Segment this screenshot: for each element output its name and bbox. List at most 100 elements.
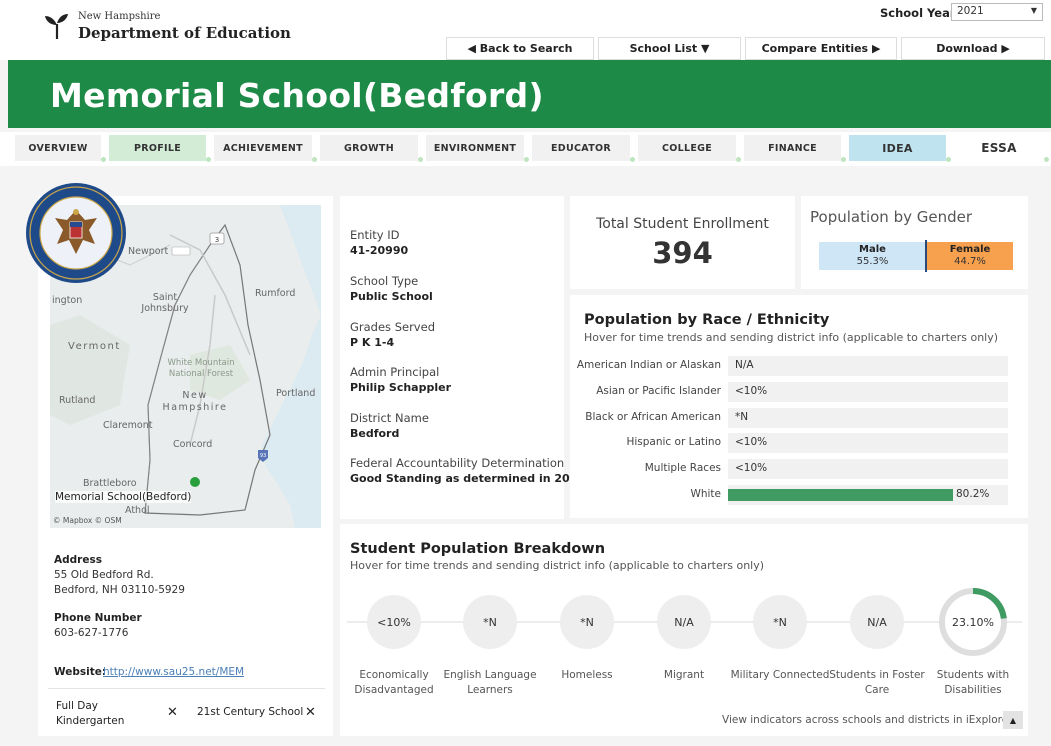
breakdown-caption: English Language Learners	[443, 669, 537, 696]
tab-indicator	[630, 157, 635, 162]
tab-profile[interactable]: PROFILE	[109, 135, 211, 162]
gender-male-segment[interactable]: Male 55.3%	[819, 242, 926, 270]
sprout-logo-icon	[45, 14, 68, 39]
race-label: Multiple Races	[644, 462, 721, 475]
svg-text:93: 93	[260, 453, 266, 459]
grades-served-label: Grades Served	[350, 320, 435, 334]
school-list-button[interactable]: School List ▼	[598, 37, 741, 60]
map-place-label: Rumford	[255, 288, 296, 299]
page-title: Memorial School(Bedford)	[50, 76, 544, 115]
breakdown-caption: Migrant	[663, 669, 705, 681]
tab-label: COLLEGE	[661, 142, 713, 154]
race-row[interactable]: Multiple Races <10%	[578, 459, 1023, 480]
school-type-label: School Type	[350, 274, 419, 288]
race-title: Population by Race / Ethnicity	[584, 312, 830, 328]
race-label: Hispanic or Latino	[626, 436, 721, 449]
race-row[interactable]: White 80.2%	[578, 485, 1023, 505]
close-icon[interactable]: ✕	[167, 705, 178, 720]
gender-bar[interactable]: Male 55.3% Female 44.7%	[819, 240, 1013, 272]
school-year-select[interactable]: 2021 ▼	[951, 3, 1043, 21]
tab-achievement[interactable]: ACHIEVEMENT	[214, 135, 317, 162]
close-icon[interactable]: ✕	[305, 705, 316, 720]
school-banner: Memorial School(Bedford)	[8, 60, 1051, 128]
district-name-label: District Name	[350, 411, 429, 425]
svg-text:3: 3	[215, 236, 219, 244]
gender-female-label: Female	[949, 244, 991, 255]
tab-idea[interactable]: IDEA	[849, 135, 951, 162]
race-row[interactable]: American Indian or Alaskan N/A	[577, 356, 1023, 376]
race-track	[728, 459, 1008, 480]
race-row[interactable]: Black or African American *N	[578, 407, 1023, 428]
tab-growth[interactable]: GROWTH	[320, 135, 423, 162]
breakdown-value: 23.10%	[952, 615, 994, 629]
map-place-label: Portland	[276, 388, 316, 399]
breakdown-value: N/A	[867, 615, 887, 629]
race-track	[728, 433, 1008, 454]
school-year-value: 2021	[957, 5, 984, 17]
address-label: Address	[54, 554, 102, 566]
top-header: New Hampshire Department of Education Sc…	[0, 0, 1051, 60]
tab-bar: OVERVIEW PROFILE ACHIEVEMENT GROWTH ENVI…	[0, 132, 1051, 166]
race-label: Asian or Pacific Islander	[596, 384, 721, 397]
website-link[interactable]: http://www.sau25.net/MEM	[103, 666, 244, 678]
tab-indicator	[841, 157, 846, 162]
breakdown-circle[interactable]: *N	[753, 595, 807, 649]
map-place-label: Claremont	[103, 420, 153, 431]
enrollment-title: Total Student Enrollment	[596, 216, 769, 232]
race-value: <10%	[735, 462, 768, 475]
compare-entities-button[interactable]: Compare Entities ▶	[745, 37, 897, 60]
tab-finance[interactable]: FINANCE	[744, 135, 846, 162]
admin-principal-label: Admin Principal	[350, 365, 440, 379]
website-label: Website:	[54, 666, 107, 678]
district-name-value: Bedford	[350, 427, 400, 440]
tab-essa[interactable]: ESSA	[954, 135, 1049, 162]
map-credit: © Mapbox © OSM	[53, 516, 122, 525]
race-bar[interactable]	[728, 489, 953, 501]
chevron-down-icon: ▼	[1030, 6, 1037, 15]
tab-label: EDUCATOR	[551, 142, 611, 154]
tab-overview[interactable]: OVERVIEW	[15, 135, 106, 162]
gender-male-label: Male	[859, 244, 886, 255]
breakdown-circle[interactable]: N/A	[850, 595, 904, 649]
race-value: <10%	[735, 436, 768, 449]
entity-id-value: 41-20990	[350, 244, 409, 257]
tab-educator[interactable]: EDUCATOR	[532, 135, 635, 162]
breakdown-circle[interactable]: <10%	[367, 595, 421, 649]
feature-21st-century-school: 21st Century School	[197, 706, 304, 718]
map-place-label: Brattleboro	[83, 478, 137, 489]
iexplore-button[interactable]: ▲	[1003, 711, 1023, 729]
tab-indicator	[206, 157, 211, 162]
map-place-label: White Mountain National Forest	[167, 358, 235, 379]
tab-indicator	[1044, 157, 1049, 162]
breakdown-caption: Students in Foster Care	[829, 669, 925, 696]
back-to-search-button[interactable]: ◀ Back to Search	[446, 37, 594, 60]
tab-indicator	[101, 157, 106, 162]
breakdown-circle[interactable]: N/A	[657, 595, 711, 649]
breakdown-circle[interactable]: *N	[463, 595, 517, 649]
school-year-label: School Year:	[880, 6, 961, 20]
race-value: 80.2%	[956, 488, 990, 500]
gender-female-segment[interactable]: Female 44.7%	[927, 242, 1013, 270]
race-row[interactable]: Hispanic or Latino <10%	[578, 433, 1023, 454]
breakdown-caption: Students with Disabilities	[936, 669, 1010, 696]
tab-label: FINANCE	[768, 142, 817, 154]
tab-label: OVERVIEW	[28, 142, 88, 154]
gender-title: Population by Gender	[810, 208, 973, 226]
map-place-label: Rutland	[59, 395, 96, 406]
map-place-label: Newport	[128, 246, 169, 257]
accountability-value: Good Standing as determined in 2018	[350, 472, 586, 485]
race-subtitle: Hover for time trends and sending distri…	[584, 331, 999, 344]
tab-indicator	[524, 157, 529, 162]
race-row[interactable]: Asian or Pacific Islander <10%	[578, 381, 1023, 402]
breakdown-circle[interactable]: 23.10%	[938, 587, 1008, 657]
school-type-value: Public School	[350, 290, 433, 303]
tab-environment[interactable]: ENVIRONMENT	[426, 135, 529, 162]
breakdown-value: <10%	[377, 615, 411, 629]
breakdown-value: *N	[580, 615, 594, 629]
breakdown-circle[interactable]: *N	[560, 595, 614, 649]
download-button[interactable]: Download ▶	[901, 37, 1045, 60]
tab-college[interactable]: COLLEGE	[638, 135, 741, 162]
iexplore-text: View indicators across schools and distr…	[722, 714, 1012, 726]
tab-label: ENVIRONMENT	[433, 142, 517, 154]
tab-label: IDEA	[882, 141, 913, 155]
